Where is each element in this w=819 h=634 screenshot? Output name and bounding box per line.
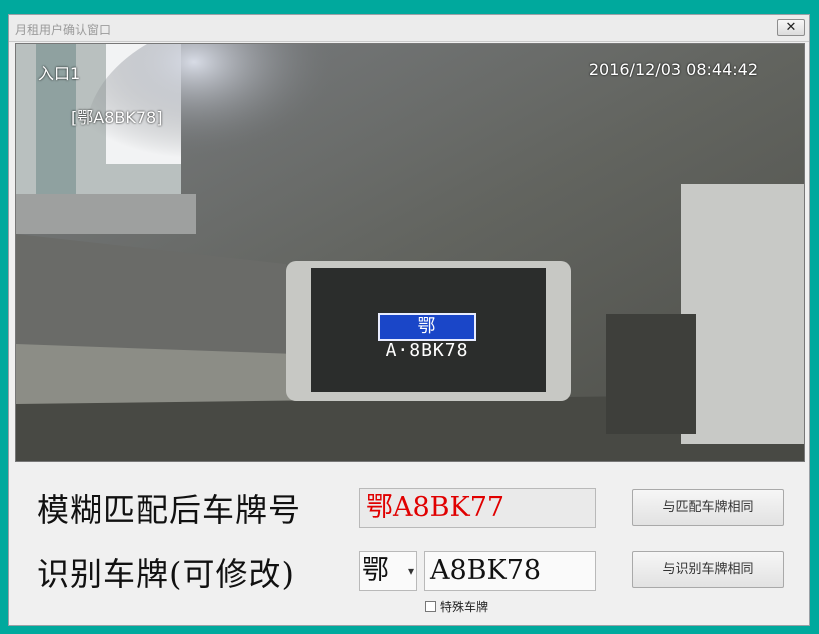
license-plate-image: 鄂A·8BK78: [378, 313, 476, 361]
detected-plate-tag: [鄂A8BK78]: [71, 108, 163, 127]
plate-number-input[interactable]: A8BK78: [424, 551, 596, 591]
province-value: 鄂: [362, 555, 389, 586]
special-plate-option[interactable]: 特殊车牌: [425, 598, 488, 615]
close-icon: ✕: [785, 20, 797, 35]
fuzzy-match-label: 模糊匹配后车牌号: [37, 491, 302, 529]
special-plate-label: 特殊车牌: [440, 600, 489, 614]
window-title: 月租用户确认窗口: [15, 23, 112, 37]
same-as-recognized-button[interactable]: 与识别车牌相同: [632, 551, 784, 588]
special-plate-checkbox[interactable]: [425, 601, 436, 612]
close-button[interactable]: ✕: [777, 19, 805, 36]
camera-snapshot: 入口1 2016/12/03 08:44:42 [鄂A8BK78] 鄂A·8BK…: [15, 43, 805, 462]
same-as-matched-button[interactable]: 与匹配车牌相同: [632, 489, 784, 526]
title-bar: 月租用户确认窗口 ✕: [9, 15, 809, 42]
timestamp: 2016/12/03 08:44:42: [588, 60, 758, 79]
chevron-down-icon: ▾: [407, 564, 414, 578]
entrance-label: 入口1: [38, 64, 81, 83]
recognized-plate-label: 识别车牌(可修改): [37, 555, 295, 593]
province-select[interactable]: 鄂 ▾: [359, 551, 417, 591]
fuzzy-match-plate-field: 鄂A8BK77: [359, 488, 596, 528]
confirm-window: 月租用户确认窗口 ✕ 入口1 2016/12/03 08:44:42 [鄂A8B…: [8, 14, 810, 626]
